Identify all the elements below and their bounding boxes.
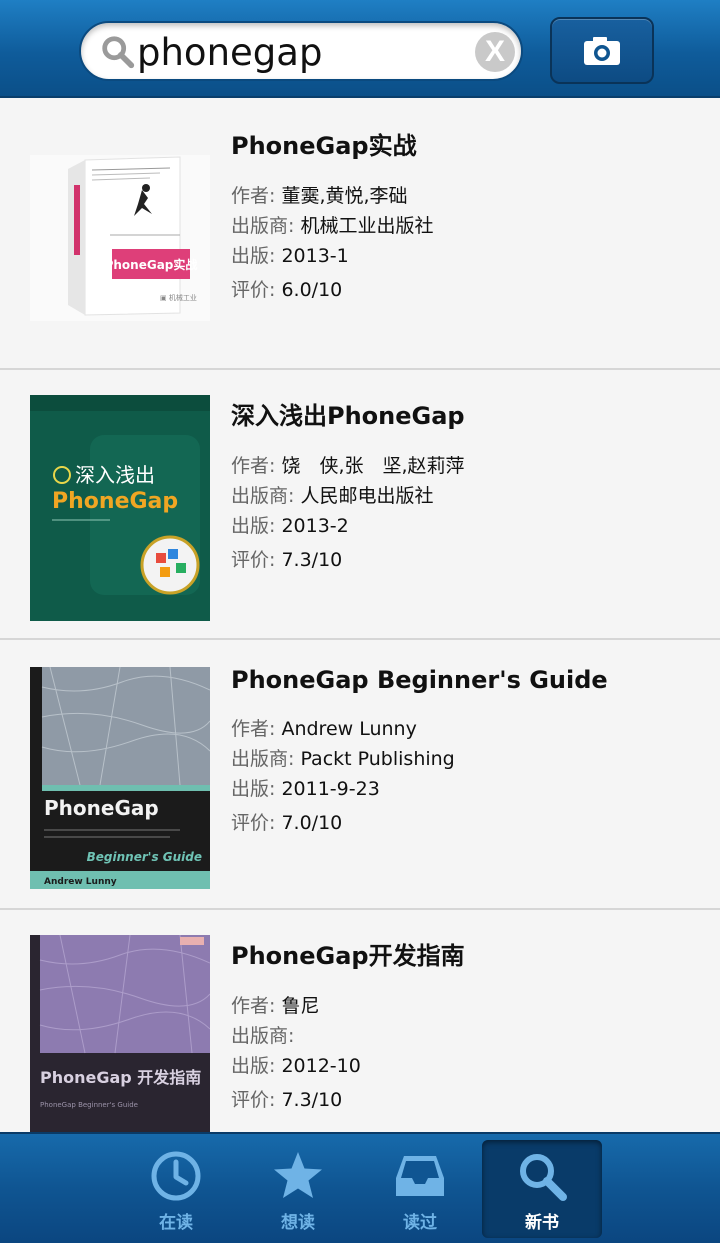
cover-title: PhoneGap xyxy=(44,796,159,820)
tab-label: 想读 xyxy=(281,1213,315,1233)
book-cover: PhoneGap 开发指南 PhoneGap Beginner's Guide xyxy=(30,935,210,1132)
tab-label: 在读 xyxy=(159,1213,193,1233)
book-publisher: 出版商: Packt Publishing xyxy=(231,748,455,770)
book-title[interactable]: PhoneGap开发指南 xyxy=(231,936,465,971)
tab-label: 新书 xyxy=(525,1213,559,1233)
cover-author: Andrew Lunny xyxy=(44,877,117,887)
book-date: 出版: 2013-1 xyxy=(231,245,349,267)
book-publisher: 出版商: 人民邮电出版社 xyxy=(231,485,434,507)
book-list[interactable]: PhoneGap实战 ▣ 机械工业 PhoneGap实战 作者: 董霙,黄悦,李… xyxy=(0,100,720,1132)
book-info: 深入浅出PhoneGap 作者: 饶 侠,张 坚,赵莉萍 出版商: 人民邮电出版… xyxy=(231,396,465,575)
svg-text:▣ 机械工业: ▣ 机械工业 xyxy=(160,293,197,302)
inbox-icon xyxy=(396,1156,444,1196)
camera-icon xyxy=(584,36,620,65)
book-title[interactable]: PhoneGap Beginner's Guide xyxy=(231,666,608,694)
top-bar: X xyxy=(0,0,720,98)
book-rating: 评价: 7.0/10 xyxy=(231,812,343,834)
book-rating: 评价: 6.0/10 xyxy=(231,279,343,301)
book-cover: 深入浅出 PhoneGap xyxy=(30,395,210,621)
cover-title: PhoneGap实战 xyxy=(105,257,198,272)
search-icon xyxy=(520,1154,567,1201)
tab-new-books[interactable]: 新书 xyxy=(482,1140,602,1238)
book-info: PhoneGap实战 作者: 董霙,黄悦,李础 出版商: 机械工业出版社 出版:… xyxy=(231,126,433,305)
search-input[interactable] xyxy=(137,28,467,76)
book-publisher: 出版商: xyxy=(231,1025,295,1047)
book-date: 出版: 2012-10 xyxy=(231,1055,361,1077)
star-icon xyxy=(274,1152,322,1198)
tab-reading[interactable]: 在读 xyxy=(116,1140,236,1238)
cover-subtitle: PhoneGap Beginner's Guide xyxy=(40,1101,138,1109)
bottom-tab-bar: 在读 想读 读过 新书 xyxy=(0,1132,720,1243)
book-info: PhoneGap Beginner's Guide 作者: Andrew Lun… xyxy=(231,666,608,838)
book-item[interactable]: PhoneGap 开发指南 PhoneGap Beginner's Guide … xyxy=(0,910,720,1132)
camera-scan-button[interactable] xyxy=(550,17,654,84)
search-box[interactable]: X xyxy=(79,21,523,81)
clock-icon xyxy=(151,1151,201,1201)
tab-read[interactable]: 读过 xyxy=(360,1140,480,1238)
book-item[interactable]: PhoneGap实战 ▣ 机械工业 PhoneGap实战 作者: 董霙,黄悦,李… xyxy=(0,100,720,370)
book-author: 作者: 董霙,黄悦,李础 xyxy=(231,185,408,207)
tab-want-to-read[interactable]: 想读 xyxy=(238,1140,358,1238)
book-date: 出版: 2011-9-23 xyxy=(231,778,380,800)
book-author: 作者: Andrew Lunny xyxy=(231,718,417,740)
book-rating: 评价: 7.3/10 xyxy=(231,1089,343,1111)
book-date: 出版: 2013-2 xyxy=(231,515,349,537)
book-cover: PhoneGap实战 ▣ 机械工业 xyxy=(30,155,210,321)
cover-title: PhoneGap 开发指南 xyxy=(40,1068,201,1087)
clear-search-button[interactable]: X xyxy=(475,32,515,72)
book-author: 作者: 饶 侠,张 坚,赵莉萍 xyxy=(231,455,465,477)
cover-subtitle: PhoneGap xyxy=(52,489,178,514)
book-publisher: 出版商: 机械工业出版社 xyxy=(231,215,434,237)
cover-subtitle: Beginner's Guide xyxy=(87,850,202,864)
book-info: PhoneGap开发指南 作者: 鲁尼 出版商: 出版: 2012-10 评价:… xyxy=(231,936,465,1115)
book-title[interactable]: PhoneGap实战 xyxy=(231,126,433,161)
cover-title: 深入浅出 xyxy=(75,463,155,487)
book-title[interactable]: 深入浅出PhoneGap xyxy=(231,396,465,431)
book-author: 作者: 鲁尼 xyxy=(231,995,320,1017)
search-icon xyxy=(102,36,135,69)
book-rating: 评价: 7.3/10 xyxy=(231,549,343,571)
book-cover: PhoneGap Beginner's Guide Andrew Lunny xyxy=(30,667,210,889)
book-item[interactable]: 深入浅出 PhoneGap 深入浅出PhoneGap 作者: 饶 侠,张 坚,赵… xyxy=(0,370,720,640)
tab-label: 读过 xyxy=(403,1213,437,1233)
book-item[interactable]: PhoneGap Beginner's Guide Andrew Lunny P… xyxy=(0,640,720,910)
